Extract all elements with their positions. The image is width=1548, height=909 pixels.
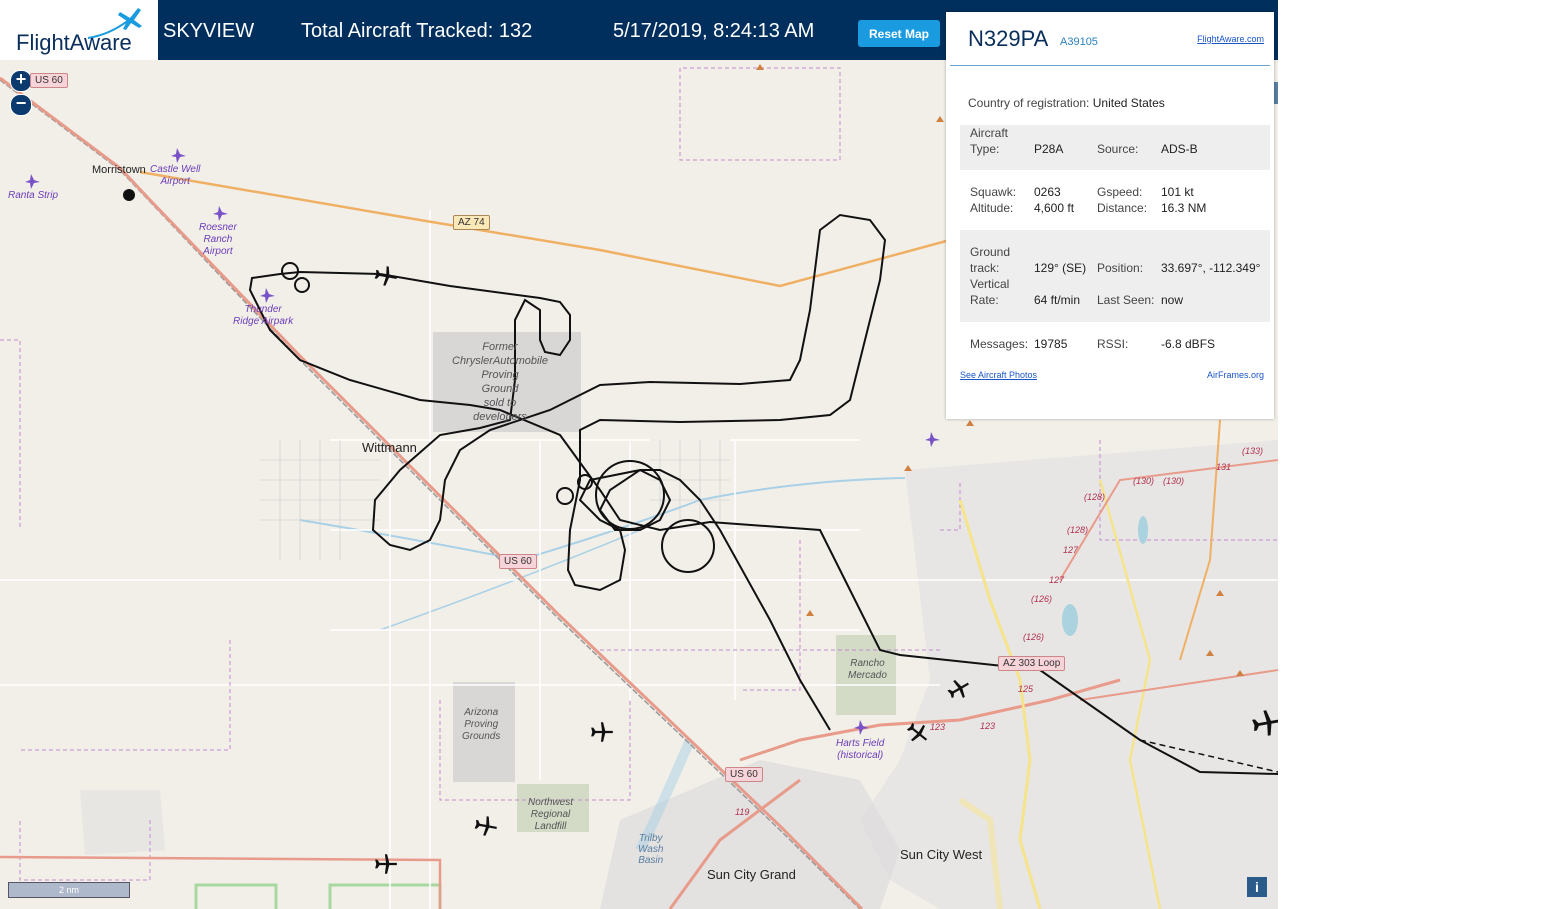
route-number: (130)	[1133, 476, 1155, 486]
area-label-landfill: Northwest Regional Landfill	[528, 797, 574, 832]
aircraft-type-label: Aircraft Type:	[970, 126, 1009, 156]
track-value: 129° (SE)	[1034, 261, 1087, 275]
country-row: Country of registration: United States	[968, 96, 1165, 110]
altitude-label: Altitude:	[970, 201, 1014, 215]
route-number: 119	[735, 807, 750, 817]
airport-label-harts-field: Harts Field (historical)	[836, 738, 885, 761]
flightaware-logo[interactable]: FlightAware	[0, 0, 158, 60]
messages-label: Messages:	[970, 337, 1029, 351]
aircraft-photos-link[interactable]: See Aircraft Photos	[960, 370, 1037, 380]
route-shield: US 60	[30, 73, 68, 88]
route-number: 127	[1063, 545, 1079, 555]
aircraft-registration: N329PA	[968, 26, 1049, 51]
airframes-link[interactable]: AirFrames.org	[1207, 370, 1264, 380]
map-scale-bar: 2 nm	[8, 882, 130, 898]
route-number: 125	[1018, 684, 1034, 694]
aircraft-icon[interactable]	[473, 813, 499, 839]
squawk-label: Squawk:	[970, 185, 1017, 199]
app-title: SKYVIEW	[163, 20, 255, 42]
gspeed-value: 101 kt	[1161, 185, 1194, 199]
route-number: (126)	[1023, 632, 1045, 642]
distance-value: 16.3 NM	[1161, 201, 1207, 215]
airport-label-ranta: Ranta Strip	[8, 190, 59, 201]
country-value: United States	[1092, 96, 1165, 110]
squawk-value: 0263	[1034, 185, 1061, 199]
skyview-app: FlightAware SKYVIEW Total Aircraft Track…	[0, 0, 1278, 909]
current-datetime: 5/17/2019, 8:24:13 AM	[613, 20, 815, 42]
aircraft-icon[interactable]	[373, 851, 399, 877]
place-label-wittmann: Wittmann	[362, 440, 417, 455]
area-label-trilby: Trilby Wash Basin	[638, 833, 664, 866]
position-label: Position:	[1097, 261, 1144, 275]
lastseen-label: Last Seen:	[1097, 293, 1155, 307]
route-number: (128)	[1084, 492, 1106, 502]
place-label-morristown: Morristown	[92, 164, 146, 176]
airport-label-castle-well: Castle Well Airport	[150, 164, 201, 187]
country-label: Country of registration:	[968, 96, 1090, 110]
aircraft-icon[interactable]	[946, 676, 972, 702]
lastseen-value: now	[1161, 293, 1184, 307]
aircraft-icon[interactable]	[373, 263, 399, 289]
vrate-label: Vertical Rate:	[970, 277, 1010, 307]
position-value: 33.697°, -112.349°	[1161, 261, 1261, 275]
airport-label-roesner: Roesner Ranch Airport	[199, 222, 237, 257]
area-label-az-proving: Arizona Proving Grounds	[462, 707, 501, 742]
route-number: (130)	[1163, 476, 1185, 486]
map-info-button[interactable]: i	[1247, 877, 1267, 897]
route-number: (128)	[1067, 525, 1089, 535]
aircraft-icon[interactable]	[1250, 706, 1278, 740]
route-shield: AZ 303 Loop	[998, 656, 1066, 671]
track-label: Ground track:	[970, 245, 1011, 275]
source-value: ADS-B	[1161, 142, 1198, 156]
reset-map-button[interactable]: Reset Map	[858, 20, 940, 47]
route-number: (126)	[1031, 594, 1053, 604]
aircraft-icon[interactable]	[589, 719, 615, 745]
airport-label-thunder-ridge: Thunder Ridge Airpark	[233, 304, 294, 327]
aircraft-details-panel: N329PA A39105 FlightAware.com Country of…	[946, 12, 1274, 419]
route-number: (133)	[1242, 446, 1264, 456]
distance-label: Distance:	[1097, 201, 1148, 215]
aircraft-type-value: P28A	[1034, 142, 1064, 156]
route-shield: US 60	[499, 554, 537, 569]
source-label: Source:	[1097, 142, 1139, 156]
rssi-label: RSSI:	[1097, 337, 1129, 351]
route-number: 131	[1216, 462, 1232, 472]
route-number: 123	[980, 721, 996, 731]
selected-aircraft-icon[interactable]	[905, 720, 931, 746]
area-label-chrysler: Former ChryslerAutomobile Proving Ground…	[452, 341, 548, 423]
panel-divider	[950, 65, 1270, 66]
altitude-value: 4,600 ft	[1034, 201, 1075, 215]
route-number: 123	[930, 722, 946, 732]
messages-value: 19785	[1034, 337, 1068, 351]
rssi-value: -6.8 dBFS	[1161, 337, 1216, 351]
place-label-sun-city-grand: Sun City Grand	[707, 867, 796, 882]
zoom-in-button[interactable]: +	[10, 70, 32, 92]
logo-text: FlightAware	[16, 30, 132, 55]
zoom-out-button[interactable]: −	[10, 94, 32, 116]
gspeed-label: Gspeed:	[1097, 185, 1143, 199]
aircraft-count: Total Aircraft Tracked: 132	[301, 20, 533, 42]
vrate-value: 64 ft/min	[1034, 293, 1081, 307]
flightaware-link[interactable]: FlightAware.com	[1197, 34, 1264, 44]
area-label-rancho: Rancho Mercado	[848, 658, 887, 681]
route-number: 127	[1049, 575, 1065, 585]
route-shield: AZ 74	[453, 215, 490, 230]
route-shield: US 60	[725, 767, 763, 782]
place-label-sun-city-west: Sun City West	[900, 847, 983, 862]
aircraft-hex-code: A39105	[1060, 36, 1098, 48]
